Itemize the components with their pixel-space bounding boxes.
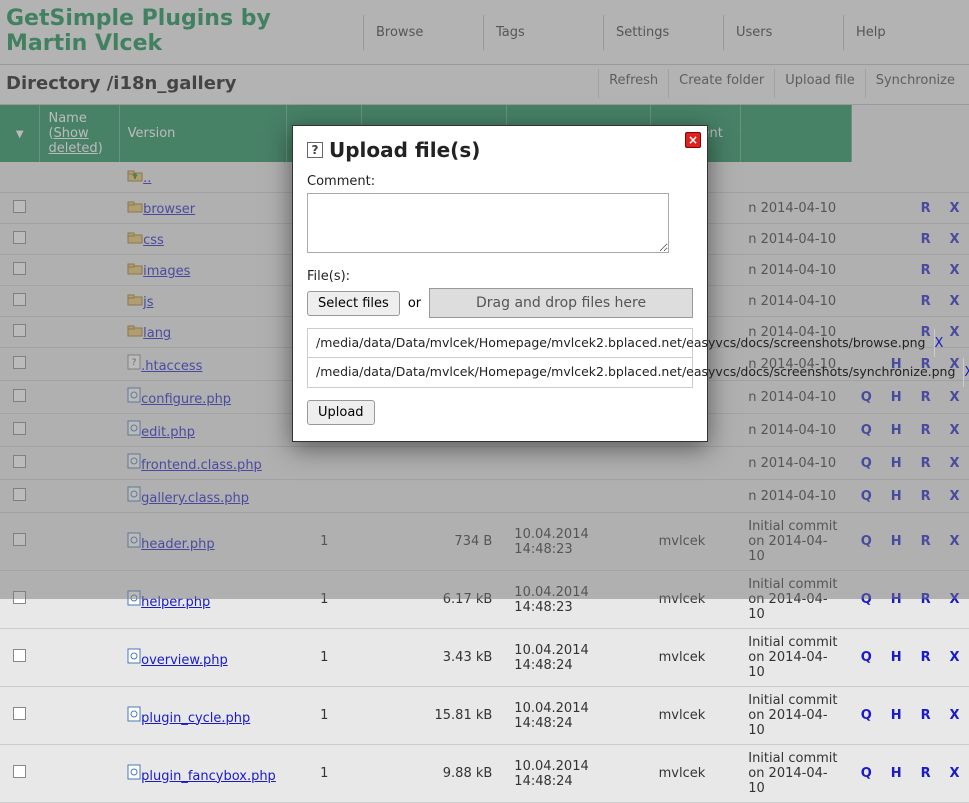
upload-button[interactable]: Upload	[307, 400, 375, 425]
file-icon	[40, 629, 119, 687]
action-r[interactable]: R	[911, 629, 940, 687]
file-link[interactable]: overview.php	[141, 653, 228, 668]
cell-user: mvlcek	[651, 629, 741, 687]
file-row: /media/data/Data/mvlcek/Homepage/mvlcek2…	[308, 329, 692, 358]
action-h[interactable]: H	[881, 745, 911, 803]
cell-size: 9.88 kB	[362, 745, 506, 803]
action-h[interactable]: H	[881, 687, 911, 745]
cell-user: mvlcek	[651, 687, 741, 745]
cell-date: 10.04.2014 14:48:24	[506, 629, 650, 687]
action-q[interactable]: Q	[851, 745, 881, 803]
file-link[interactable]: plugin_fancybox.php	[141, 769, 276, 784]
upload-modal: × ? Upload file(s) Comment: File(s): Sel…	[292, 125, 708, 442]
comment-textarea[interactable]	[307, 193, 669, 253]
cell-version: 1	[286, 687, 362, 745]
cell-comment: Initial commit on 2014-04-10	[740, 745, 851, 803]
file-path: /media/data/Data/mvlcek/Homepage/mvlcek2…	[308, 329, 935, 357]
action-r[interactable]: R	[911, 687, 940, 745]
modal-title: Upload file(s)	[329, 138, 480, 162]
action-x[interactable]: X	[940, 745, 969, 803]
select-files-button[interactable]: Select files	[307, 291, 400, 316]
dropzone[interactable]: Drag and drop files here	[429, 288, 693, 318]
cell-size: 15.81 kB	[362, 687, 506, 745]
cell-comment: Initial commit on 2014-04-10	[740, 687, 851, 745]
cell-size: 3.43 kB	[362, 629, 506, 687]
files-label: File(s):	[307, 269, 693, 284]
cell-version: 1	[286, 745, 362, 803]
row-checkbox[interactable]	[13, 707, 26, 720]
table-row: overview.php 13.43 kB10.04.2014 14:48:24m…	[0, 629, 969, 687]
table-row: plugin_cycle.php 115.81 kB10.04.2014 14:4…	[0, 687, 969, 745]
row-checkbox[interactable]	[13, 765, 26, 778]
cell-date: 10.04.2014 14:48:24	[506, 687, 650, 745]
row-checkbox[interactable]	[13, 649, 26, 662]
comment-label: Comment:	[307, 174, 693, 189]
remove-file-button[interactable]: X	[935, 336, 944, 351]
help-icon[interactable]: ?	[307, 142, 323, 158]
action-h[interactable]: H	[881, 629, 911, 687]
file-list: /media/data/Data/mvlcek/Homepage/mvlcek2…	[307, 328, 693, 388]
table-row: plugin_fancybox.php 19.88 kB10.04.2014 14…	[0, 745, 969, 803]
remove-file-button[interactable]: X	[964, 365, 969, 380]
cell-user: mvlcek	[651, 745, 741, 803]
close-button[interactable]: ×	[685, 132, 701, 148]
action-q[interactable]: Q	[851, 629, 881, 687]
file-icon	[40, 745, 119, 803]
or-text: or	[408, 296, 421, 311]
cell-comment: Initial commit on 2014-04-10	[740, 629, 851, 687]
action-x[interactable]: X	[940, 687, 969, 745]
action-q[interactable]: Q	[851, 687, 881, 745]
cell-date: 10.04.2014 14:48:24	[506, 745, 650, 803]
file-path: /media/data/Data/mvlcek/Homepage/mvlcek2…	[308, 358, 964, 386]
cell-version: 1	[286, 629, 362, 687]
file-link[interactable]: plugin_cycle.php	[141, 711, 250, 726]
file-row: /media/data/Data/mvlcek/Homepage/mvlcek2…	[308, 358, 692, 386]
action-x[interactable]: X	[940, 629, 969, 687]
file-icon	[40, 687, 119, 745]
action-r[interactable]: R	[911, 745, 940, 803]
